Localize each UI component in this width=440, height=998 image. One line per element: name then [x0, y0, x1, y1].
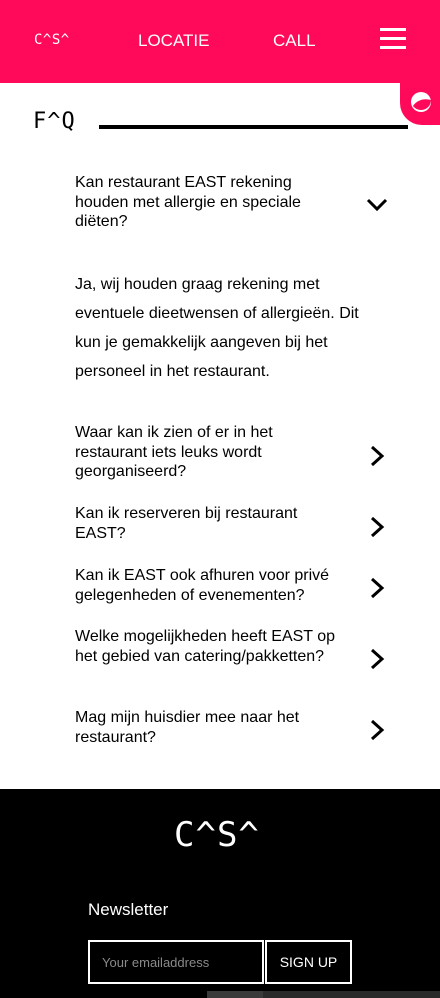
bottom-strip	[207, 991, 263, 998]
faq-question-2[interactable]: Waar kan ik zien of er in het restaurant…	[75, 423, 337, 482]
nav-link-locatie[interactable]: LOCATIE	[138, 31, 209, 51]
faq-question-5[interactable]: Welke mogelijkheden heeft EAST op het ge…	[75, 627, 337, 666]
chevron-right-icon[interactable]	[366, 577, 388, 599]
header-logo[interactable]: C^S^	[34, 32, 70, 48]
bottom-strip	[263, 991, 440, 998]
faq-question-4[interactable]: Kan ik EAST ook afhuren voor privé geleg…	[75, 566, 337, 605]
faq-title: F^Q	[33, 109, 76, 134]
faq-question-3[interactable]: Kan ik reserveren bij restaurant EAST?	[75, 504, 337, 543]
nav-link-call[interactable]: CALL	[273, 31, 316, 51]
contrast-circle-icon	[411, 92, 431, 112]
faq-question-6[interactable]: Mag mijn huisdier mee naar het restauran…	[75, 708, 337, 747]
faq-divider	[99, 125, 408, 129]
chevron-right-icon[interactable]	[366, 719, 388, 741]
site-header: C^S^ LOCATIE CALL	[0, 0, 440, 83]
footer-logo: C^S^	[174, 815, 260, 855]
chevron-right-icon[interactable]	[366, 516, 388, 538]
chevron-right-icon[interactable]	[366, 648, 388, 670]
chevron-right-icon[interactable]	[366, 445, 388, 467]
signup-button[interactable]: SIGN UP	[265, 940, 352, 984]
hamburger-menu-icon[interactable]	[380, 28, 406, 50]
newsletter-email-input[interactable]	[88, 940, 264, 984]
faq-question-1[interactable]: Kan restaurant EAST rekening houden met …	[75, 173, 337, 232]
chevron-down-icon[interactable]	[366, 194, 388, 216]
newsletter-label: Newsletter	[88, 900, 169, 919]
faq-answer-1: Ja, wij houden graag rekening met eventu…	[75, 276, 359, 380]
